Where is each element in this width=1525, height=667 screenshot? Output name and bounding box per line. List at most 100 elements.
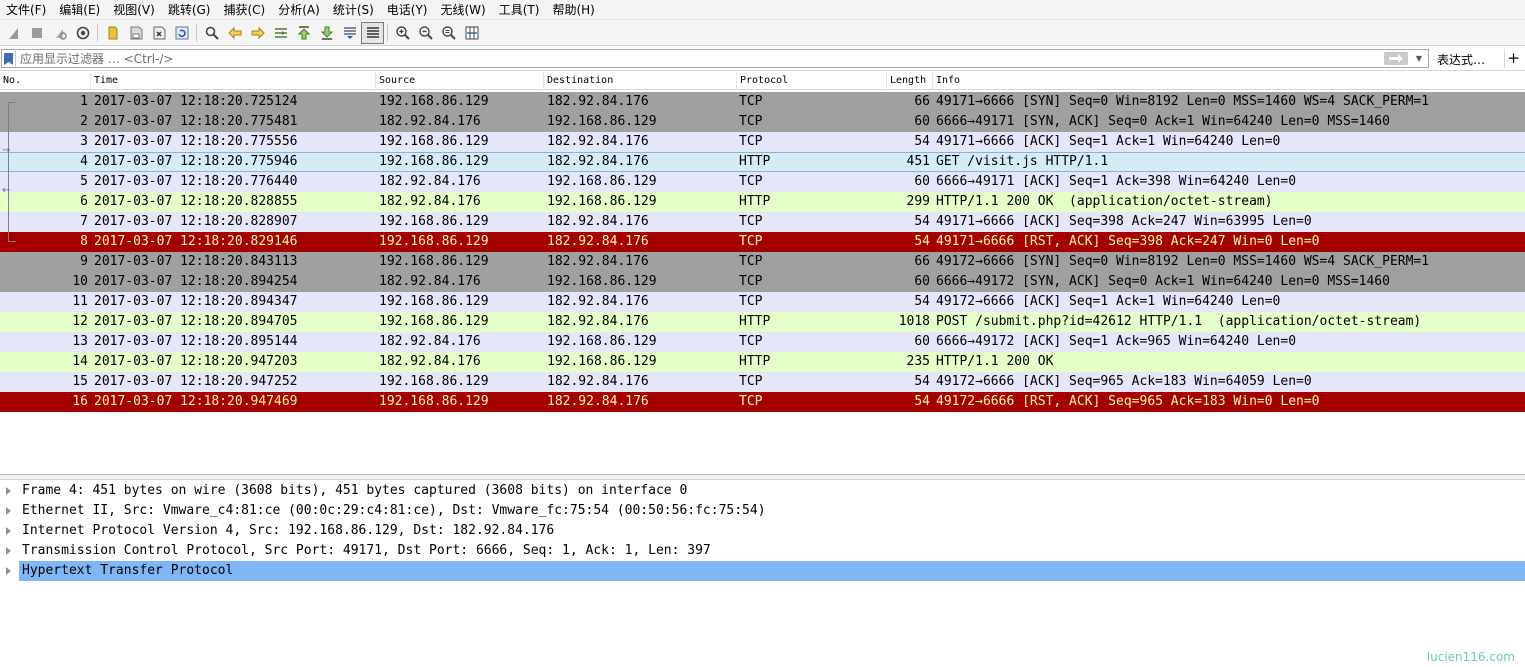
expand-triangle-icon[interactable] [6,527,11,535]
go-to-packet-icon [274,27,287,38]
packet-no: 8 [80,234,88,249]
packet-length: 54 [914,214,930,229]
add-filter-button[interactable]: + [1504,49,1522,68]
packet-source: 182.92.84.176 [379,174,481,189]
close-file-button[interactable] [147,22,170,44]
pane-splitter[interactable] [0,474,1525,480]
detail-tree-item[interactable]: Internet Protocol Version 4, Src: 192.16… [0,521,1525,541]
open-file-button[interactable] [101,22,124,44]
detail-tree-item[interactable]: Transmission Control Protocol, Src Port:… [0,541,1525,561]
resize-columns-button[interactable] [460,22,483,44]
column-header-length[interactable]: Length [887,72,933,90]
packet-row[interactable]: 4 2017-03-07 12:18:20.775946 192.168.86.12… [0,152,1525,172]
menu-item[interactable]: 分析(A) [272,0,327,20]
stop-icon [31,27,42,38]
save-file-icon [130,26,142,39]
packet-rows: 1 2017-03-07 12:18:20.725124 192.168.86.12… [0,92,1525,412]
stop-capture-button[interactable] [25,22,48,44]
restart-capture-button[interactable] [48,22,71,44]
packet-row[interactable]: 7 2017-03-07 12:18:20.828907 192.168.86.12… [0,212,1525,232]
menu-item[interactable]: 统计(S) [327,0,381,20]
packet-row[interactable]: 5 2017-03-07 12:18:20.776440 182.92.84.176… [0,172,1525,192]
reload-file-button[interactable] [170,22,193,44]
detail-tree-item[interactable]: Frame 4: 451 bytes on wire (3608 bits), … [0,481,1525,501]
auto-scroll-button[interactable] [338,22,361,44]
capture-options-button[interactable] [71,22,94,44]
menu-item[interactable]: 跳转(G) [162,0,218,20]
packet-source: 192.168.86.129 [379,294,489,309]
go-back-button[interactable] [223,22,246,44]
watermark: lucien116.com [1426,650,1515,664]
packet-row[interactable]: 2 2017-03-07 12:18:20.775481 182.92.84.176… [0,112,1525,132]
start-capture-button[interactable] [2,22,25,44]
colorize-button[interactable] [361,21,384,44]
save-file-button[interactable] [124,22,147,44]
expression-button[interactable]: 表达式… [1437,51,1485,68]
packet-destination: 182.92.84.176 [547,154,649,169]
packet-row[interactable]: 9 2017-03-07 12:18:20.843113 192.168.86.12… [0,252,1525,272]
filter-bookmark-button[interactable] [2,50,16,67]
go-back-icon [227,26,241,39]
detail-tree-item[interactable]: Ethernet II, Src: Vmware_c4:81:ce (00:0c… [0,501,1525,521]
menu-item[interactable]: 编辑(E) [53,0,107,20]
packet-length: 60 [914,174,930,189]
column-header-protocol[interactable]: Protocol [737,72,887,90]
packet-row[interactable]: 12 2017-03-07 12:18:20.894705 192.168.86.1… [0,312,1525,332]
column-header-no[interactable]: No. [0,72,91,90]
packet-row[interactable]: 16 2017-03-07 12:18:20.947469 192.168.86.1… [0,392,1525,412]
column-header-destination[interactable]: Destination [544,72,737,90]
menu-item[interactable]: 电话(Y) [381,0,435,20]
column-header-time[interactable]: Time [91,72,376,90]
packet-source: 192.168.86.129 [379,154,489,169]
packet-no: 12 [72,314,88,329]
go-first-button[interactable] [292,22,315,44]
packet-source: 192.168.86.129 [379,314,489,329]
packet-row[interactable]: 14 2017-03-07 12:18:20.947203 182.92.84.17… [0,352,1525,372]
menu-item[interactable]: 文件(F) [0,0,53,20]
apply-filter-button[interactable] [1384,52,1408,65]
expand-triangle-icon[interactable] [6,567,11,575]
expand-triangle-icon[interactable] [6,507,11,515]
zoom-in-button[interactable] [391,22,414,44]
go-forward-button[interactable] [246,22,269,44]
filter-history-dropdown[interactable]: ▼ [1412,51,1426,66]
packet-row[interactable]: 1 2017-03-07 12:18:20.725124 192.168.86.12… [0,92,1525,112]
toolbar-separator [196,23,197,42]
packet-length: 66 [914,94,930,109]
capture-options-icon [76,26,89,39]
toolbar-separator [387,23,388,42]
menu-item[interactable]: 帮助(H) [546,0,601,20]
expand-triangle-icon[interactable] [6,487,11,495]
packet-info: GET /visit.js HTTP/1.1 [936,154,1109,169]
packet-row[interactable]: 11 2017-03-07 12:18:20.894347 192.168.86.1… [0,292,1525,312]
packet-destination: 182.92.84.176 [547,374,649,389]
expand-triangle-icon[interactable] [6,547,11,555]
go-last-button[interactable] [315,22,338,44]
menu-item[interactable]: 无线(W) [435,0,493,20]
packet-row[interactable]: 15 2017-03-07 12:18:20.947252 192.168.86.1… [0,372,1525,392]
packet-protocol: TCP [739,394,763,409]
packet-row[interactable]: 6 2017-03-07 12:18:20.828855 182.92.84.176… [0,192,1525,212]
packet-row[interactable]: 3 2017-03-07 12:18:20.775556 192.168.86.12… [0,132,1525,152]
packet-destination: 182.92.84.176 [547,234,649,249]
packet-row[interactable]: 10 2017-03-07 12:18:20.894254 182.92.84.17… [0,272,1525,292]
find-packet-button[interactable] [200,22,223,44]
column-header-info[interactable]: Info [933,72,1525,90]
packet-length: 60 [914,274,930,289]
packet-time: 2017-03-07 12:18:20.775556 [94,134,298,149]
go-to-packet-button[interactable] [269,22,292,44]
go-last-icon [320,26,333,40]
menu-item[interactable]: 捕获(C) [217,0,272,20]
packet-list: No. Time Source Destination Protocol Len… [0,72,1525,474]
display-filter-input[interactable] [16,50,1376,67]
zoom-out-button[interactable] [414,22,437,44]
column-header-source[interactable]: Source [376,72,544,90]
auto-scroll-icon [343,26,356,39]
menu-item[interactable]: 工具(T) [493,0,547,20]
packet-row[interactable]: 13 2017-03-07 12:18:20.895144 182.92.84.17… [0,332,1525,352]
packet-row[interactable]: 8 2017-03-07 12:18:20.829146 192.168.86.12… [0,232,1525,252]
menu-item[interactable]: 视图(V) [107,0,162,20]
packet-source: 192.168.86.129 [379,394,489,409]
zoom-normal-button[interactable] [437,22,460,44]
detail-tree-item[interactable]: Hypertext Transfer Protocol [0,561,1525,581]
